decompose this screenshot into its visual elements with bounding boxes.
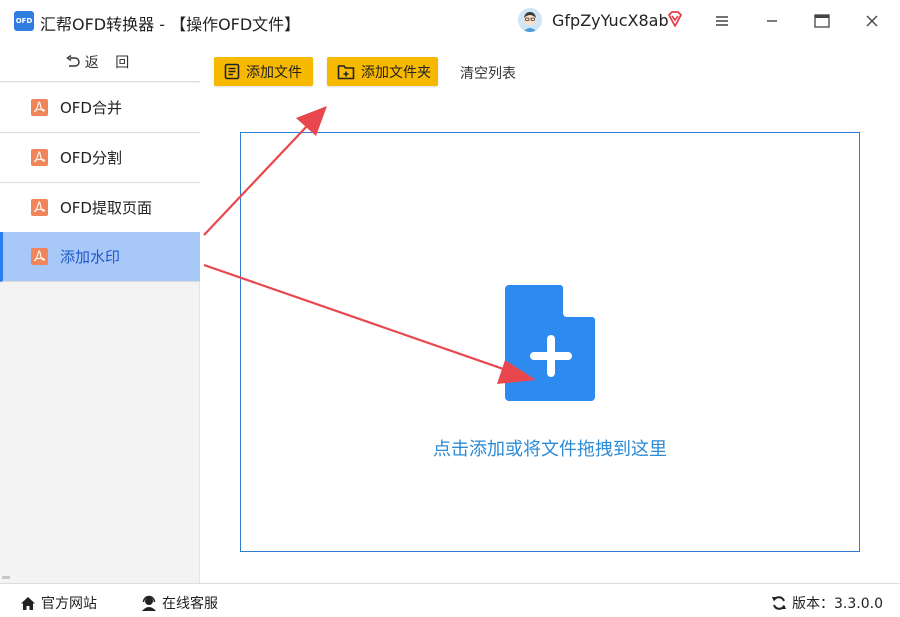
vip-diamond-icon[interactable] bbox=[666, 10, 684, 28]
username[interactable]: GfpZyYucX8ab bbox=[552, 11, 669, 30]
online-service-link[interactable]: 在线客服 bbox=[141, 593, 218, 613]
drop-hint-text: 点击添加或将文件拖拽到这里 bbox=[433, 439, 667, 460]
add-file-button[interactable]: 添加文件 bbox=[214, 57, 313, 86]
sidebar-item-label: 添加水印 bbox=[60, 248, 121, 266]
sidebar-item-label: OFD提取页面 bbox=[60, 199, 152, 217]
sidebar-item-ofd-merge[interactable]: OFD合并 bbox=[0, 83, 200, 133]
add-folder-button[interactable]: 添加文件夹 bbox=[327, 57, 438, 86]
minimize-icon[interactable] bbox=[761, 10, 783, 32]
window-title: 汇帮OFD转换器 - 【操作OFD文件】 bbox=[40, 15, 301, 34]
title-bar: OFD 汇帮OFD转换器 - 【操作OFD文件】 GfpZyYucX8ab bbox=[0, 0, 900, 42]
back-label: 返 回 bbox=[84, 54, 136, 71]
document-plus-icon[interactable] bbox=[505, 285, 597, 401]
online-service-label: 在线客服 bbox=[162, 596, 218, 612]
add-file-label: 添加文件 bbox=[246, 64, 302, 81]
version-info: 版本：3.3.0.0 bbox=[771, 593, 883, 613]
undo-arrow-icon bbox=[65, 54, 81, 69]
file-drop-zone[interactable]: 点击添加或将文件拖拽到这里 bbox=[240, 132, 860, 552]
close-icon[interactable] bbox=[861, 10, 883, 32]
folder-plus-icon bbox=[337, 64, 355, 80]
pdf-file-icon bbox=[31, 248, 48, 265]
user-avatar[interactable] bbox=[518, 8, 542, 32]
clear-list-button[interactable]: 清空列表 bbox=[460, 63, 516, 83]
add-folder-label: 添加文件夹 bbox=[361, 64, 431, 81]
sidebar-item-label: OFD合并 bbox=[60, 99, 122, 117]
home-icon bbox=[20, 596, 36, 611]
official-website-label: 官方网站 bbox=[41, 596, 97, 612]
pdf-file-icon bbox=[31, 199, 48, 216]
sidebar-item-ofd-extract-pages[interactable]: OFD提取页面 bbox=[0, 183, 200, 233]
headset-icon bbox=[141, 595, 157, 611]
sidebar-item-ofd-split[interactable]: OFD分割 bbox=[0, 133, 200, 183]
file-list-icon bbox=[224, 63, 240, 80]
back-button[interactable]: 返 回 bbox=[0, 42, 200, 82]
status-bar: 官方网站 在线客服 版本：3.3.0.0 bbox=[0, 583, 900, 617]
sidebar-item-add-watermark[interactable]: 添加水印 bbox=[0, 232, 200, 282]
pdf-file-icon bbox=[31, 149, 48, 166]
version-label: 版本：3.3.0.0 bbox=[792, 596, 883, 612]
sidebar: 返 回 OFD合并 OFD分割 OFD提取页面 添加水印 bbox=[0, 42, 200, 583]
pdf-file-icon bbox=[31, 99, 48, 116]
app-logo-icon: OFD bbox=[14, 11, 34, 31]
sidebar-item-label: OFD分割 bbox=[60, 149, 122, 167]
scrollbar-handle[interactable] bbox=[2, 576, 10, 579]
refresh-icon[interactable] bbox=[771, 595, 787, 611]
hamburger-icon[interactable] bbox=[711, 10, 733, 32]
official-website-link[interactable]: 官方网站 bbox=[20, 593, 97, 613]
maximize-icon[interactable] bbox=[811, 10, 833, 32]
